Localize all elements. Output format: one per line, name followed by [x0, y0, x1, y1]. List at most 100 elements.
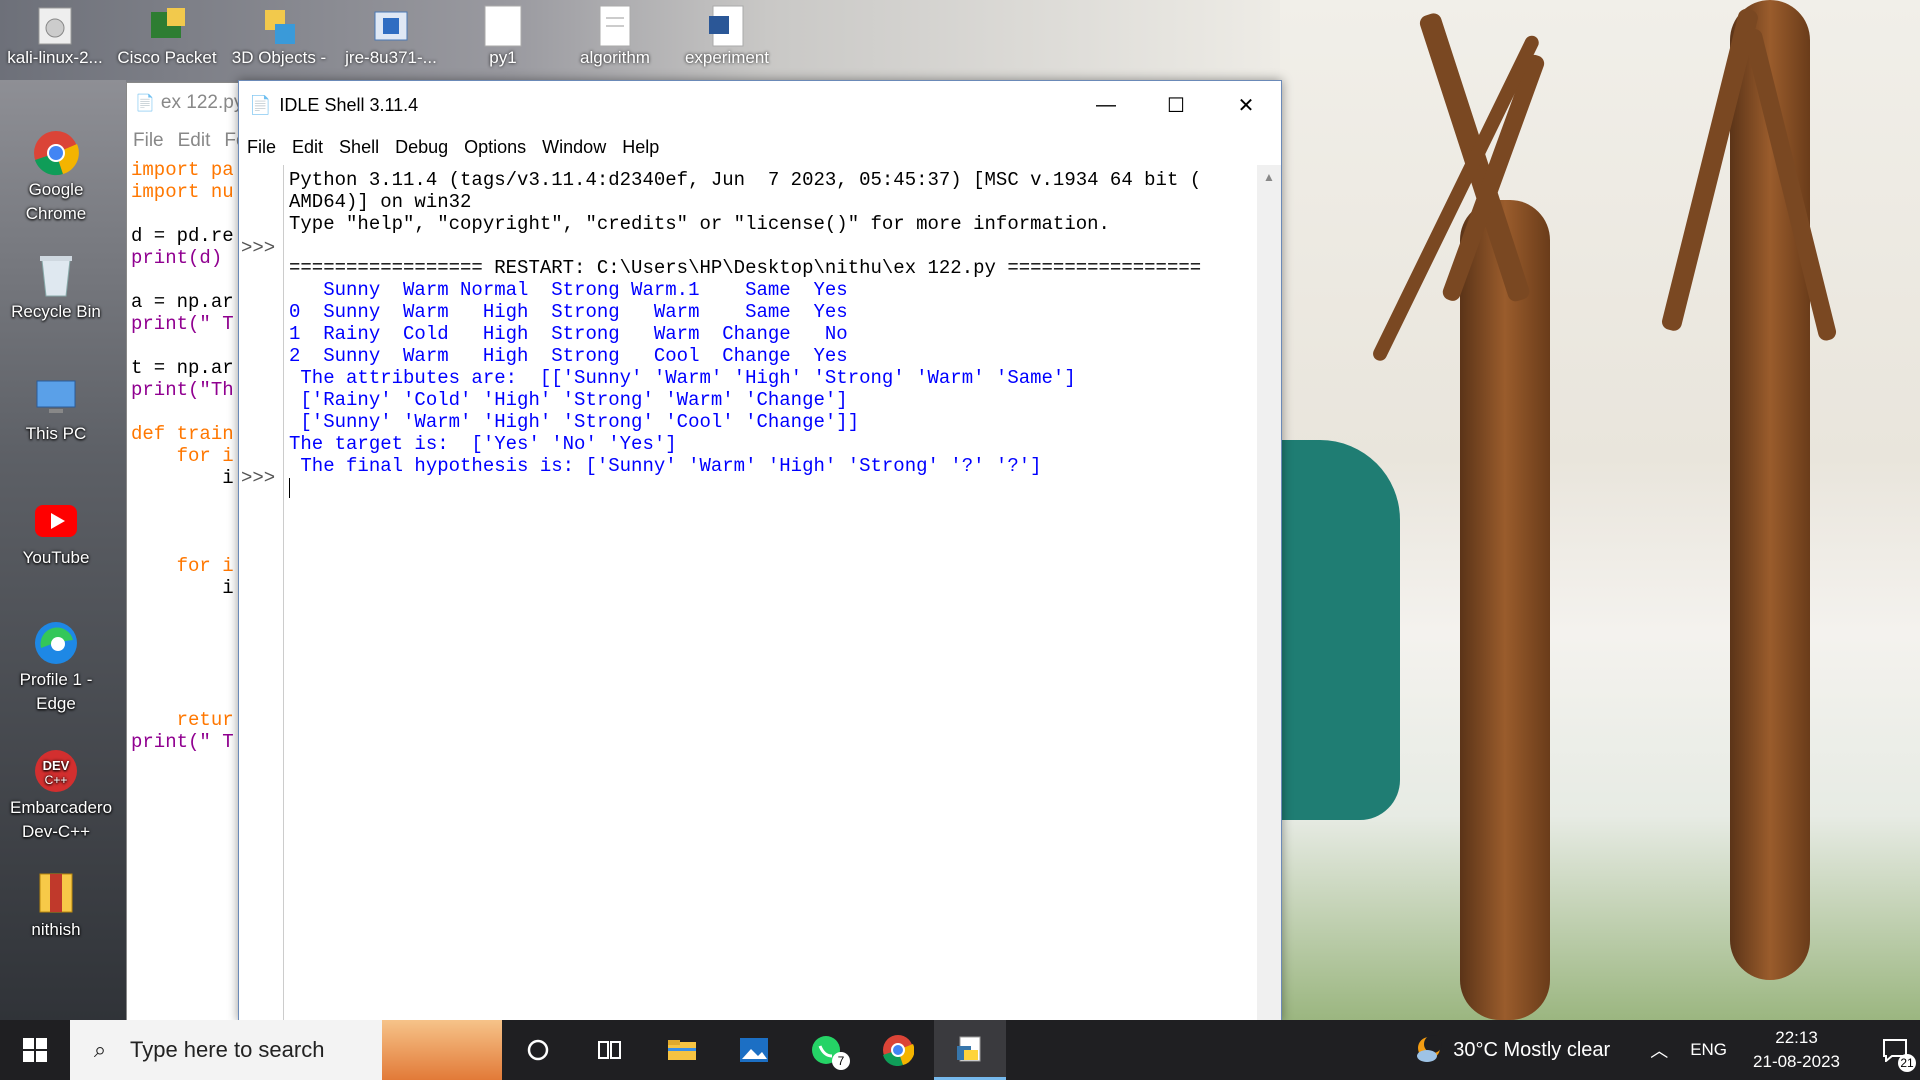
code-line: print(d) [131, 247, 223, 269]
code-line: print("Th [131, 379, 234, 401]
desktop-icon-jre[interactable]: jre-8u371-... [336, 4, 446, 68]
tree-trunk [1460, 200, 1550, 1020]
shell-line: The final hypothesis is: ['Sunny' 'Warm'… [289, 455, 1042, 477]
vertical-scrollbar[interactable]: ▲ [1257, 165, 1281, 1021]
taskbar-search-box[interactable]: ⌕ Type here to search [70, 1020, 502, 1080]
menu-options[interactable]: Options [456, 137, 534, 158]
shell-area[interactable]: >>> >>> Python 3.11.4 (tags/v3.11.4:d234… [239, 165, 1281, 1021]
shell-prompt: >>> [241, 237, 276, 259]
desktop-icon-kali[interactable]: kali-linux-2... [0, 4, 110, 68]
disc-image-icon [33, 4, 77, 48]
cortana-button[interactable] [502, 1020, 574, 1080]
code-line: for i [131, 555, 234, 577]
file-explorer-button[interactable] [646, 1020, 718, 1080]
desktop-icon-py1[interactable]: py1 [448, 4, 558, 68]
archive-icon [33, 870, 79, 916]
moon-cloud-icon [1417, 1035, 1443, 1062]
photos-icon [740, 1038, 768, 1062]
devcpp-icon: DEV C++ [33, 748, 79, 794]
python-idle-icon [957, 1036, 981, 1061]
desktop-icon-algorithm[interactable]: algorithm [560, 4, 670, 68]
java-installer-icon [369, 4, 413, 48]
desktop-icon-devcpp[interactable]: DEV C++ Embarcadero Dev-C++ [10, 748, 112, 844]
menu-window[interactable]: Window [534, 137, 614, 158]
text-file-icon [481, 4, 525, 48]
taskbar: ⌕ Type here to search 7 30°C Mostly clea… [0, 1020, 1920, 1080]
code-line: def train [131, 423, 234, 445]
tree-trunk [1730, 0, 1810, 980]
weather-widget[interactable]: 30°C Mostly clear [1413, 1034, 1610, 1066]
desktop-icon-recycle-bin[interactable]: Recycle Bin [10, 252, 102, 324]
shell-line: Type "help", "copyright", "credits" or "… [289, 213, 1110, 235]
search-placeholder: Type here to search [130, 1037, 325, 1062]
menu-debug[interactable]: Debug [387, 137, 456, 158]
scroll-up-icon[interactable]: ▲ [1257, 165, 1281, 189]
editor-titlebar[interactable]: 📄 ex 122.py [127, 83, 247, 123]
idle-shell-window[interactable]: 📄 IDLE Shell 3.11.4 — ☐ ✕ File Edit Shel… [238, 80, 1282, 1022]
desktop-icon-youtube[interactable]: YouTube [10, 498, 102, 570]
code-line: print(" T [131, 313, 234, 335]
python-file-icon: 📄 [135, 95, 155, 112]
chrome-taskbar-button[interactable] [862, 1020, 934, 1080]
shell-line: The attributes are: [['Sunny' 'Warm' 'Hi… [289, 367, 1076, 389]
editor-code[interactable]: import pa import nu d = pd.re print(d) a = n… [127, 159, 247, 753]
close-button[interactable]: ✕ [1211, 81, 1281, 129]
shell-line: ['Sunny' 'Warm' 'High' 'Strong' 'Cool' '… [289, 411, 860, 433]
shell-output[interactable]: Python 3.11.4 (tags/v3.11.4:d2340ef, Jun… [289, 169, 1253, 499]
prompt-gutter: >>> >>> [239, 165, 284, 1021]
desktop-icon-experiment[interactable]: experiment [672, 4, 782, 68]
desktop-icon-nithish[interactable]: nithish [10, 870, 102, 942]
code-line: retur [131, 709, 234, 731]
desktop-icon-cisco[interactable]: Cisco Packet [112, 4, 222, 68]
clock[interactable]: 22:13 21-08-2023 [1753, 1026, 1840, 1074]
whatsapp-badge: 7 [832, 1052, 850, 1070]
code-line: for i [131, 445, 234, 467]
wallpaper-figure [1280, 440, 1400, 820]
notification-center-button[interactable]: 21 [1870, 1020, 1920, 1080]
editor-menu-edit[interactable]: Edit [178, 130, 211, 152]
idle-menubar: File Edit Shell Debug Options Window Hel… [239, 129, 1281, 165]
3d-objects-icon [257, 4, 301, 48]
windows-logo-icon [23, 1038, 47, 1062]
whatsapp-button[interactable]: 7 [790, 1020, 862, 1080]
menu-edit[interactable]: Edit [284, 137, 331, 158]
svg-text:C++: C++ [45, 773, 68, 787]
menu-shell[interactable]: Shell [331, 137, 387, 158]
desktop-icon-chrome[interactable]: Google Chrome [10, 130, 102, 226]
menu-help[interactable]: Help [614, 137, 667, 158]
shell-line: 1 Rainy Cold High Strong Warm Change No [289, 323, 848, 345]
clock-date: 21-08-2023 [1753, 1052, 1840, 1071]
editor-menubar: File Edit Fo [127, 123, 247, 159]
photos-button[interactable] [718, 1020, 790, 1080]
start-button[interactable] [0, 1020, 70, 1080]
idle-title: IDLE Shell 3.11.4 [279, 94, 419, 115]
desktop-icon-edge[interactable]: Profile 1 - Edge [10, 620, 102, 716]
desktop-icon-3d-objects[interactable]: 3D Objects - [224, 4, 334, 68]
editor-window[interactable]: 📄 ex 122.py File Edit Fo import pa import… [126, 82, 248, 1022]
shell-line: Sunny Warm Normal Strong Warm.1 Same Yes [289, 279, 848, 301]
minimize-button[interactable]: — [1071, 81, 1141, 129]
idle-titlebar[interactable]: 📄 IDLE Shell 3.11.4 — ☐ ✕ [239, 81, 1281, 129]
desktop-icon-this-pc[interactable]: This PC [10, 374, 102, 446]
menu-file[interactable]: File [239, 137, 284, 158]
editor-menu-file[interactable]: File [133, 130, 164, 152]
maximize-button[interactable]: ☐ [1141, 81, 1211, 129]
weather-text: 30°C Mostly clear [1453, 1038, 1611, 1061]
idle-taskbar-button[interactable] [934, 1020, 1006, 1080]
shell-line: The target is: ['Yes' 'No' 'Yes'] [289, 433, 677, 455]
shell-line [289, 477, 1253, 499]
task-view-button[interactable] [574, 1020, 646, 1080]
chevron-up-icon[interactable]: ︿ [1650, 1037, 1668, 1063]
language-indicator[interactable]: ENG [1690, 1040, 1727, 1060]
shell-line: Python 3.11.4 (tags/v3.11.4:d2340ef, Jun… [289, 169, 1202, 191]
notification-count: 21 [1898, 1054, 1916, 1072]
wallpaper-right [1280, 0, 1920, 1020]
